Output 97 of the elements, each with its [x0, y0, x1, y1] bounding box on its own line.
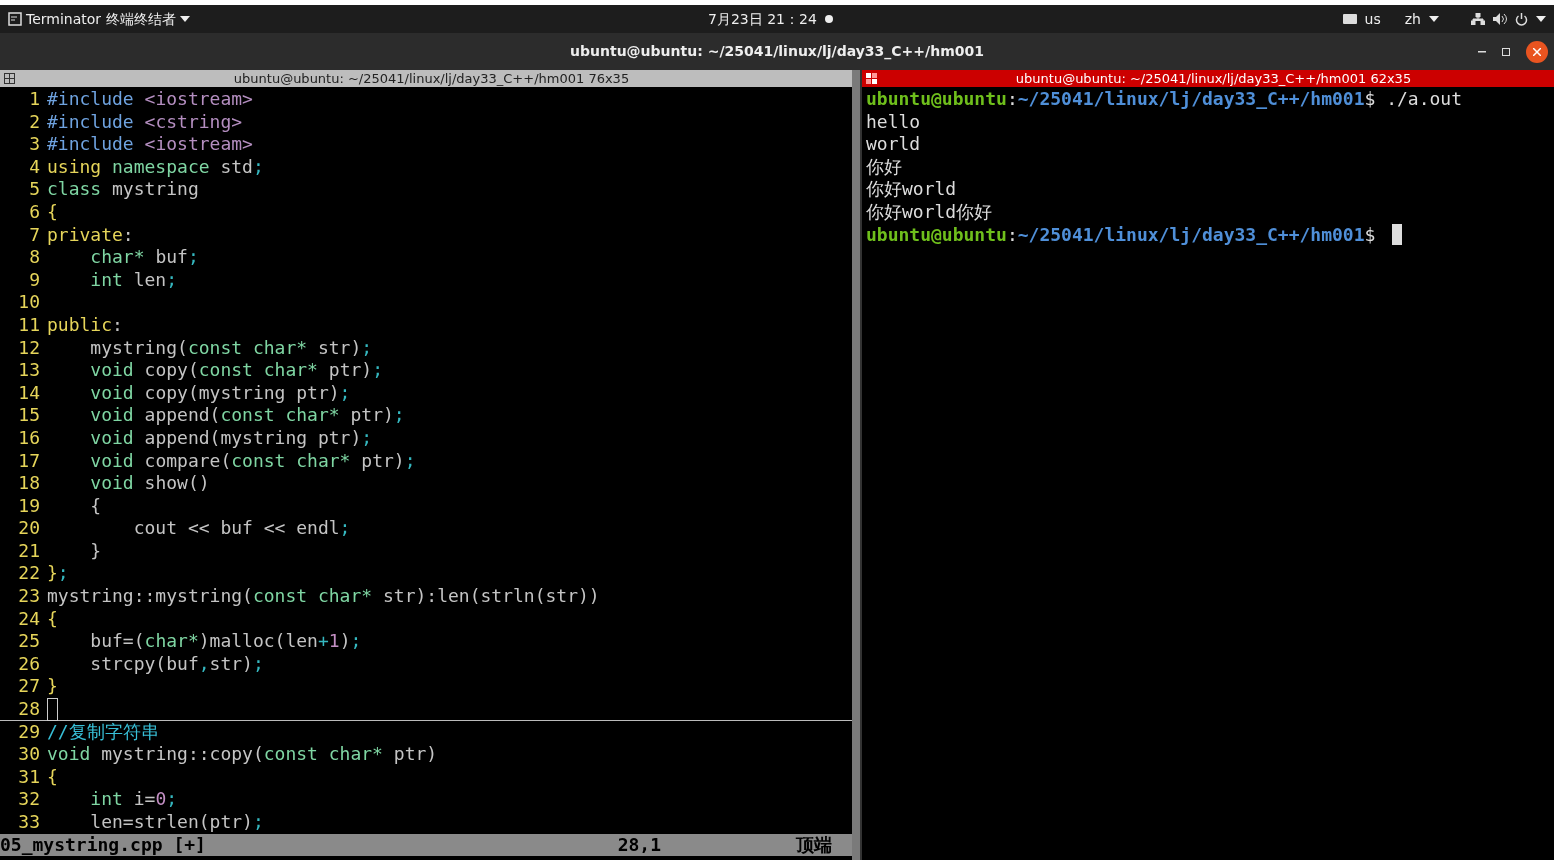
line-number: 30 [17, 743, 41, 766]
code-line: len=strlen(ptr); [89, 811, 264, 834]
line-number: 15 [17, 404, 41, 427]
line-number: 23 [17, 585, 41, 608]
notification-dot-icon [824, 15, 833, 23]
line-number: 9 [28, 268, 41, 292]
maximize-icon[interactable] [1502, 47, 1510, 56]
line-number: 4 [28, 155, 41, 179]
code-line: void show() [89, 472, 210, 495]
window-title: ubuntu@ubuntu: ~/25041/linux/lj/day33_C++/hm001 [570, 43, 984, 59]
line-number: 10 [17, 291, 41, 314]
code-line: void mystring::copy(const char* ptr) [47, 743, 438, 766]
line-number: 21 [17, 539, 41, 563]
input-method[interactable]: zh [1404, 8, 1421, 30]
power-icon[interactable] [1515, 12, 1528, 26]
line-number: 6 [28, 200, 41, 224]
line-number: 31 [17, 765, 41, 789]
line-number: 22 [17, 562, 41, 586]
code-line: #include <iostream> [47, 88, 253, 111]
line-number: 12 [17, 336, 41, 360]
code-line: } [89, 539, 102, 563]
line-number: 8 [28, 246, 41, 269]
code-line: public: [47, 313, 123, 337]
line-number: 25 [17, 630, 41, 653]
code-line: char* buf; [89, 246, 199, 269]
code-line: using namespace std; [47, 155, 264, 179]
output-line: 你好world你好 [866, 200, 994, 224]
output-line: hello [866, 110, 922, 134]
pane-grid-icon[interactable] [4, 73, 15, 84]
cursor-position: 28,1 [617, 833, 661, 856]
code-line: { [47, 765, 58, 789]
caret-icon[interactable] [179, 16, 190, 22]
line-number: 1 [28, 88, 41, 111]
code-line: mystring(const char* str); [89, 336, 373, 360]
scrollbar[interactable] [852, 70, 860, 860]
line-number: 27 [17, 675, 41, 699]
line-number: 17 [17, 449, 41, 473]
output-line: 你好 [866, 155, 903, 179]
line-number: 5 [28, 178, 41, 201]
line-number: 3 [28, 133, 41, 156]
close-button[interactable] [1526, 40, 1548, 63]
pane-title: ubuntu@ubuntu: ~/25041/linux/lj/day33_C++/hm001 76x35 [232, 70, 631, 87]
code-line: #include <iostream> [47, 133, 253, 156]
code-line: int i=0; [89, 788, 178, 811]
prompt-line: ubuntu@ubuntu:~/25041/linux/lj/day33_C++/hm001$ [866, 223, 1377, 247]
volume-icon[interactable] [1493, 13, 1507, 25]
code-line: void append(const char* ptr); [89, 404, 405, 427]
terminal-icon [8, 12, 22, 26]
close-icon [1533, 47, 1541, 56]
output-line: world [866, 133, 922, 156]
app-menu[interactable]: Terminator 终端终结者 [26, 8, 176, 30]
pane-title: ubuntu@ubuntu: ~/25041/linux/lj/day33_C++/hm001 62x35 [1014, 70, 1413, 87]
line-number: 20 [17, 517, 41, 540]
network-icon[interactable] [1471, 13, 1485, 25]
line-number: 33 [17, 811, 41, 834]
minimize-icon[interactable] [1478, 50, 1486, 53]
code-line: strcpy(buf,str); [89, 652, 264, 676]
line-number: 16 [17, 426, 41, 450]
code-line: private: [47, 223, 134, 247]
line-number: 14 [17, 381, 41, 405]
code-line: }; [47, 562, 69, 586]
output-line: 你好world [866, 178, 958, 201]
line-number: 26 [17, 652, 41, 676]
code-line: mystring::mystring(const char* str):len(strln(str)) [47, 585, 600, 608]
line-number: 18 [17, 472, 41, 495]
line-number: 2 [28, 110, 41, 134]
code-line: { [47, 200, 58, 224]
code-line: { [47, 607, 58, 631]
line-number: 11 [17, 313, 41, 337]
code-line: int len; [89, 268, 178, 292]
code-line: } [47, 675, 58, 699]
caret-icon[interactable] [1429, 16, 1439, 22]
scroll-position: 顶端 [796, 833, 832, 856]
code-line: //复制字符串 [47, 720, 159, 744]
line-number: 19 [17, 494, 41, 518]
line-number: 32 [17, 788, 41, 811]
prompt-line: ubuntu@ubuntu:~/25041/linux/lj/day33_C++/hm001$ ./a.out [866, 88, 1464, 111]
pane-grid-icon[interactable] [866, 73, 877, 84]
caret-icon[interactable] [1536, 16, 1546, 22]
code-line: void append(mystring ptr); [89, 426, 373, 450]
code-line: buf=(char*)malloc(len+1); [89, 630, 362, 653]
code-line: void copy(mystring ptr); [89, 381, 351, 405]
code-line: #include <cstring> [47, 110, 243, 134]
code-line: { [89, 494, 102, 518]
code-line: void copy(const char* ptr); [89, 359, 383, 382]
clock[interactable]: 7月23日 21：24 [708, 8, 817, 30]
line-number: 28 [17, 698, 41, 720]
line-number: 24 [17, 607, 41, 631]
keyboard-icon[interactable] [1342, 14, 1357, 24]
code-line: class mystring [47, 178, 199, 201]
keyboard-layout[interactable]: us [1364, 8, 1381, 30]
line-number: 13 [17, 359, 41, 382]
line-number: 7 [28, 223, 41, 247]
file-name: 05_mystring.cpp [+] [0, 833, 206, 856]
line-number: 29 [17, 720, 41, 744]
code-line: void compare(const char* ptr); [89, 449, 416, 473]
code-line: cout << buf << endl; [132, 517, 351, 540]
